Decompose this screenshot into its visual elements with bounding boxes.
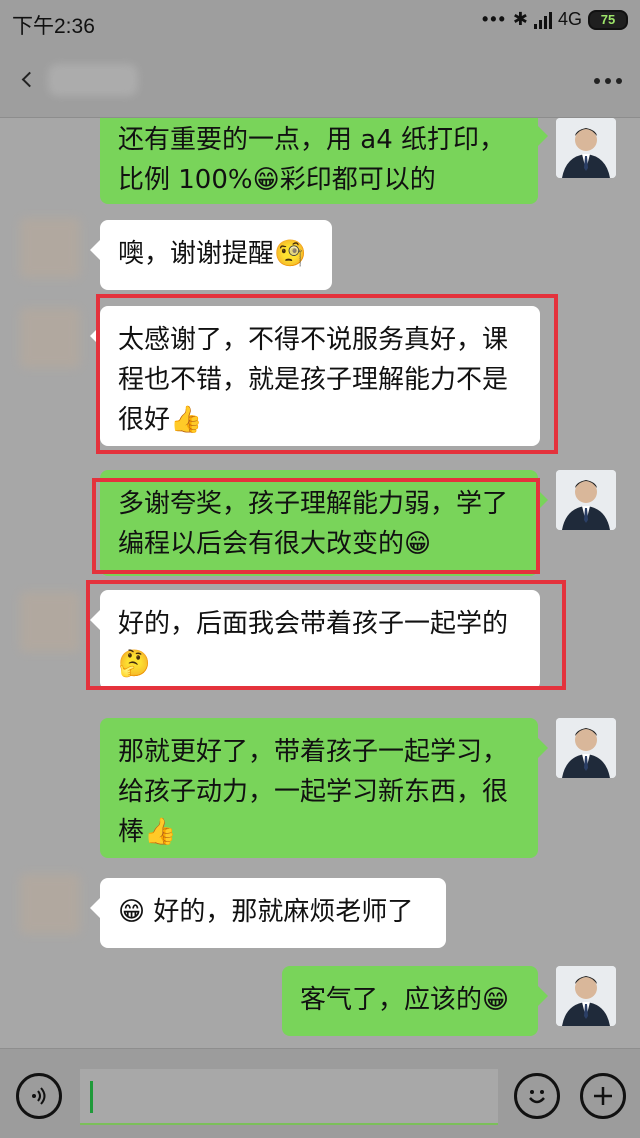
message-input[interactable] [80,1069,498,1125]
avatar-teacher[interactable] [556,118,616,178]
status-bar: 下午2:36 ••• ✱ 4G 75 [0,0,640,44]
network-label: 4G [557,9,582,29]
avatar-parent[interactable] [20,218,80,278]
avatar-parent[interactable] [20,874,80,934]
status-dots: ••• [481,9,507,29]
chevron-left-icon[interactable] [16,66,40,94]
text-cursor [90,1081,93,1113]
message-text: 太感谢了，不得不说服务真好，课程也不错，就是孩子理解能力不是很好👍 [118,325,509,435]
message-list[interactable]: 还有重要的一点，用 a4 纸打印，比例 100%😁彩印都可以的 噢，谢谢提醒🧐 … [0,118,640,1048]
message-bubble-outgoing[interactable]: 那就更好了，带着孩子一起学习，给孩子动力，一起学习新东西，很棒👍 [100,718,548,858]
plus-icon[interactable] [580,1073,626,1119]
message-text: 客气了，应该的😁 [300,985,510,1015]
message-text: 好的，后面我会带着孩子一起学的🤔 [118,609,509,679]
emoji-icon[interactable] [514,1073,560,1119]
message-text: 那就更好了，带着孩子一起学习，给孩子动力，一起学习新东西，很棒👍 [118,737,509,847]
avatar-teacher[interactable] [556,966,616,1026]
chat-header [0,44,640,118]
input-bar [0,1048,640,1138]
avatar-teacher[interactable] [556,718,616,778]
status-time: 下午2:36 [12,15,95,38]
message-bubble-incoming[interactable]: 好的，后面我会带着孩子一起学的🤔 [90,590,540,690]
battery-icon: 75 [588,9,628,30]
message-bubble-outgoing[interactable]: 客气了，应该的😁 [282,966,548,1036]
message-bubble-incoming[interactable]: 太感谢了，不得不说服务真好，课程也不错，就是孩子理解能力不是很好👍 [90,306,540,446]
message-text: 噢，谢谢提醒🧐 [118,239,307,269]
voice-icon[interactable] [16,1073,62,1119]
chat-title-blurred [48,64,138,96]
message-text: 多谢夸奖，孩子理解能力弱，学了编程以后会有很大改变的😁 [118,489,509,559]
avatar-teacher[interactable] [556,470,616,530]
message-text: 还有重要的一点，用 a4 纸打印，比例 100%😁彩印都可以的 [118,125,506,195]
message-bubble-incoming[interactable]: 噢，谢谢提醒🧐 [90,220,332,290]
status-icons: ••• ✱ 4G 75 [482,9,628,30]
message-text: 😁 好的，那就麻烦老师了 [118,897,414,927]
message-bubble-incoming[interactable]: 😁 好的，那就麻烦老师了 [90,878,446,948]
avatar-parent[interactable] [20,308,80,368]
signal-icon [533,11,552,29]
message-bubble-outgoing[interactable]: 还有重要的一点，用 a4 纸打印，比例 100%😁彩印都可以的 [100,118,548,204]
message-bubble-outgoing[interactable]: 多谢夸奖，孩子理解能力弱，学了编程以后会有很大改变的😁 [100,470,548,576]
bluetooth-icon: ✱ [512,9,528,29]
avatar-parent[interactable] [20,592,80,652]
more-icon[interactable] [594,78,622,84]
